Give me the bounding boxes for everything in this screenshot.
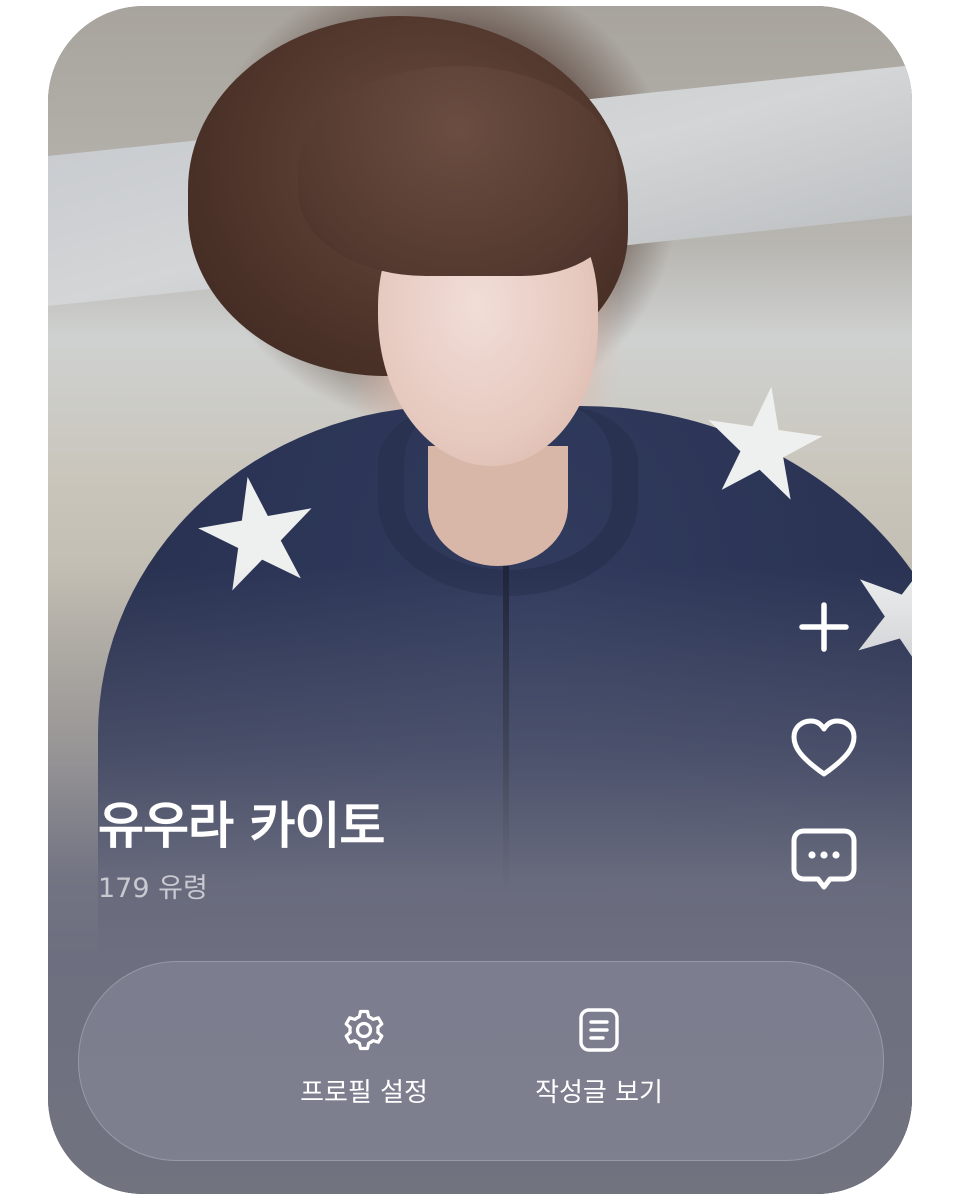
bottom-action-panel: 프로필 설정 작성글 보기: [78, 961, 884, 1161]
profile-settings-label: 프로필 설정: [300, 1078, 428, 1108]
profile-name: 유우라 카이토: [98, 797, 385, 855]
hair-bangs: [298, 66, 618, 276]
gear-icon: [344, 1009, 384, 1051]
view-posts-button[interactable]: 작성글 보기: [509, 1006, 689, 1109]
profile-card: 유우라 카이토 179 유령 프로필 설정 작성글 보기: [48, 6, 912, 1194]
document-icon: [579, 1008, 619, 1052]
add-button[interactable]: [788, 591, 860, 663]
chat-button[interactable]: [788, 823, 860, 895]
view-posts-label: 작성글 보기: [535, 1078, 663, 1108]
heart-icon: [791, 718, 857, 777]
profile-settings-button[interactable]: 프로필 설정: [274, 1006, 454, 1109]
plus-icon: [799, 602, 849, 652]
like-button[interactable]: [788, 713, 860, 785]
profile-subtitle: 179 유령: [98, 873, 208, 904]
chat-bubble-icon: [791, 828, 857, 890]
